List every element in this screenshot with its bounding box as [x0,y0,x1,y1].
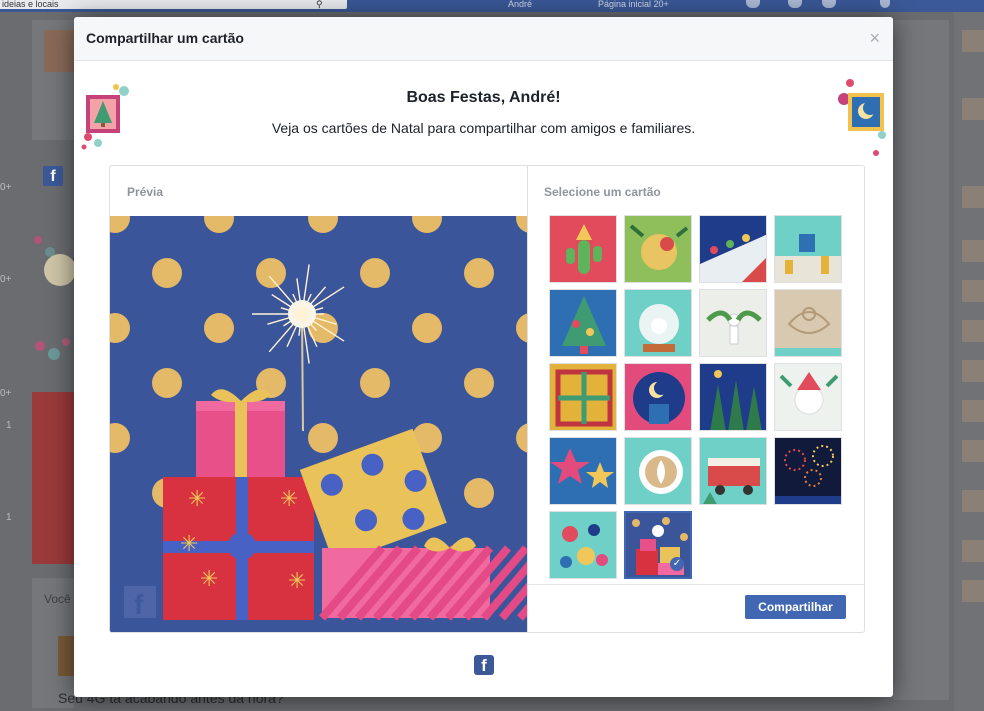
card-thumbnail-image [700,438,766,504]
contact-avatar [962,240,984,262]
contact-avatar [962,186,984,208]
contact-avatar [962,490,984,512]
card-dreidel[interactable] [774,215,842,283]
close-icon[interactable]: × [869,29,880,47]
contact-avatar [962,540,984,562]
facebook-logo-icon: f [474,655,494,675]
contact-avatar [962,30,984,52]
card-selection-section: Selecione um cartão ✓ Compartilhar [528,166,864,632]
select-card-label: Selecione um cartão [544,185,661,199]
greeting-title: Boas Festas, André! [406,89,561,106]
svg-text:✳: ✳ [188,487,206,512]
card-thumbnail-image [775,290,841,356]
card-snow-globe[interactable] [624,289,692,357]
svg-text:✳: ✳ [288,569,306,594]
facebook-icon: f [43,166,63,186]
svg-text:✳: ✳ [280,487,298,512]
preview-section: Prévia ✳ ✳ ✳ ✳ ✳ f [110,166,528,632]
search-icon: ⚲ [316,0,323,9]
background-count: 0+ [0,274,12,285]
card-thumbnail-image [550,438,616,504]
footer-divider [528,584,864,585]
card-fireworks[interactable] [774,437,842,505]
card-thumbnail-image [550,216,616,282]
greeting-subtitle: Veja os cartões de Natal para compartilh… [271,120,696,136]
background-user-name: André [508,0,533,9]
card-thumbnail-image [775,216,841,282]
card-latte[interactable] [624,437,692,505]
share-button[interactable]: Compartilhar [745,595,846,619]
background-count: 0+ [0,182,12,193]
card-santa[interactable] [774,363,842,431]
avatar [44,30,74,72]
share-card-dialog: Compartilhar um cartão × Boas Festas, An… [74,17,893,697]
dialog-title: Compartilhar um cartão [86,30,244,46]
card-stars[interactable] [549,437,617,505]
contact-avatar [962,360,984,382]
card-thumbnail-image [775,364,841,430]
preview-label: Prévia [127,185,164,199]
svg-text:f: f [134,589,144,620]
card-thumbnail-image [625,438,691,504]
card-forest[interactable] [699,363,767,431]
card-pattern[interactable] [549,363,617,431]
card-thumbnail-image [700,216,766,282]
svg-text:✳: ✳ [200,567,218,592]
card-lights[interactable] [699,215,767,283]
svg-text:✳: ✳ [180,532,198,557]
dialog-header: Compartilhar um cartão × [74,17,893,61]
background-count: 1 [6,420,12,431]
checkmark-icon: ✓ [670,557,684,571]
card-thumbnail-image [700,364,766,430]
card-tree-ornaments[interactable] [549,289,617,357]
background-search-input: ideias e locais [0,0,347,9]
card-thumbnail-image [625,364,691,430]
card-thumbnail-image [550,512,616,578]
contact-avatar [962,280,984,302]
card-bus[interactable] [699,437,767,505]
card-thumbnail-image [625,290,691,356]
card-angel-leaves[interactable] [699,289,767,357]
background-right-column [893,20,949,700]
card-thumbnail-image [700,290,766,356]
contact-avatar [962,98,984,120]
background-home-link: Página inicial 20+ [598,0,669,9]
card-cactus[interactable] [549,215,617,283]
background-composer-text: Você [44,592,71,606]
contact-avatar [962,400,984,422]
background-decoration [34,236,74,360]
background-count: 1 [6,512,12,523]
contact-avatar [962,580,984,602]
card-ornaments[interactable] [549,511,617,579]
card-thumbnail-image [550,364,616,430]
card-gifts[interactable]: ✓ [624,511,692,579]
card-sand-angel[interactable] [774,289,842,357]
background-ad-image [32,392,74,564]
card-thumbnail-image [775,438,841,504]
card-crescent-moon[interactable] [624,363,692,431]
card-thumbnail-image [550,290,616,356]
background-count: 0+ [0,388,12,399]
background-post-thumb [58,636,74,676]
contact-avatar [962,320,984,342]
contact-avatar [962,440,984,462]
card-preview-image: ✳ ✳ ✳ ✳ ✳ f [110,216,527,632]
facebook-logo-letter: f [481,656,487,675]
card-thumbnail-image [625,216,691,282]
card-bird[interactable] [624,215,692,283]
card-thumbnail-image [626,513,690,577]
card-panel: Prévia ✳ ✳ ✳ ✳ ✳ f Selecione um cartão ✓… [109,165,865,633]
